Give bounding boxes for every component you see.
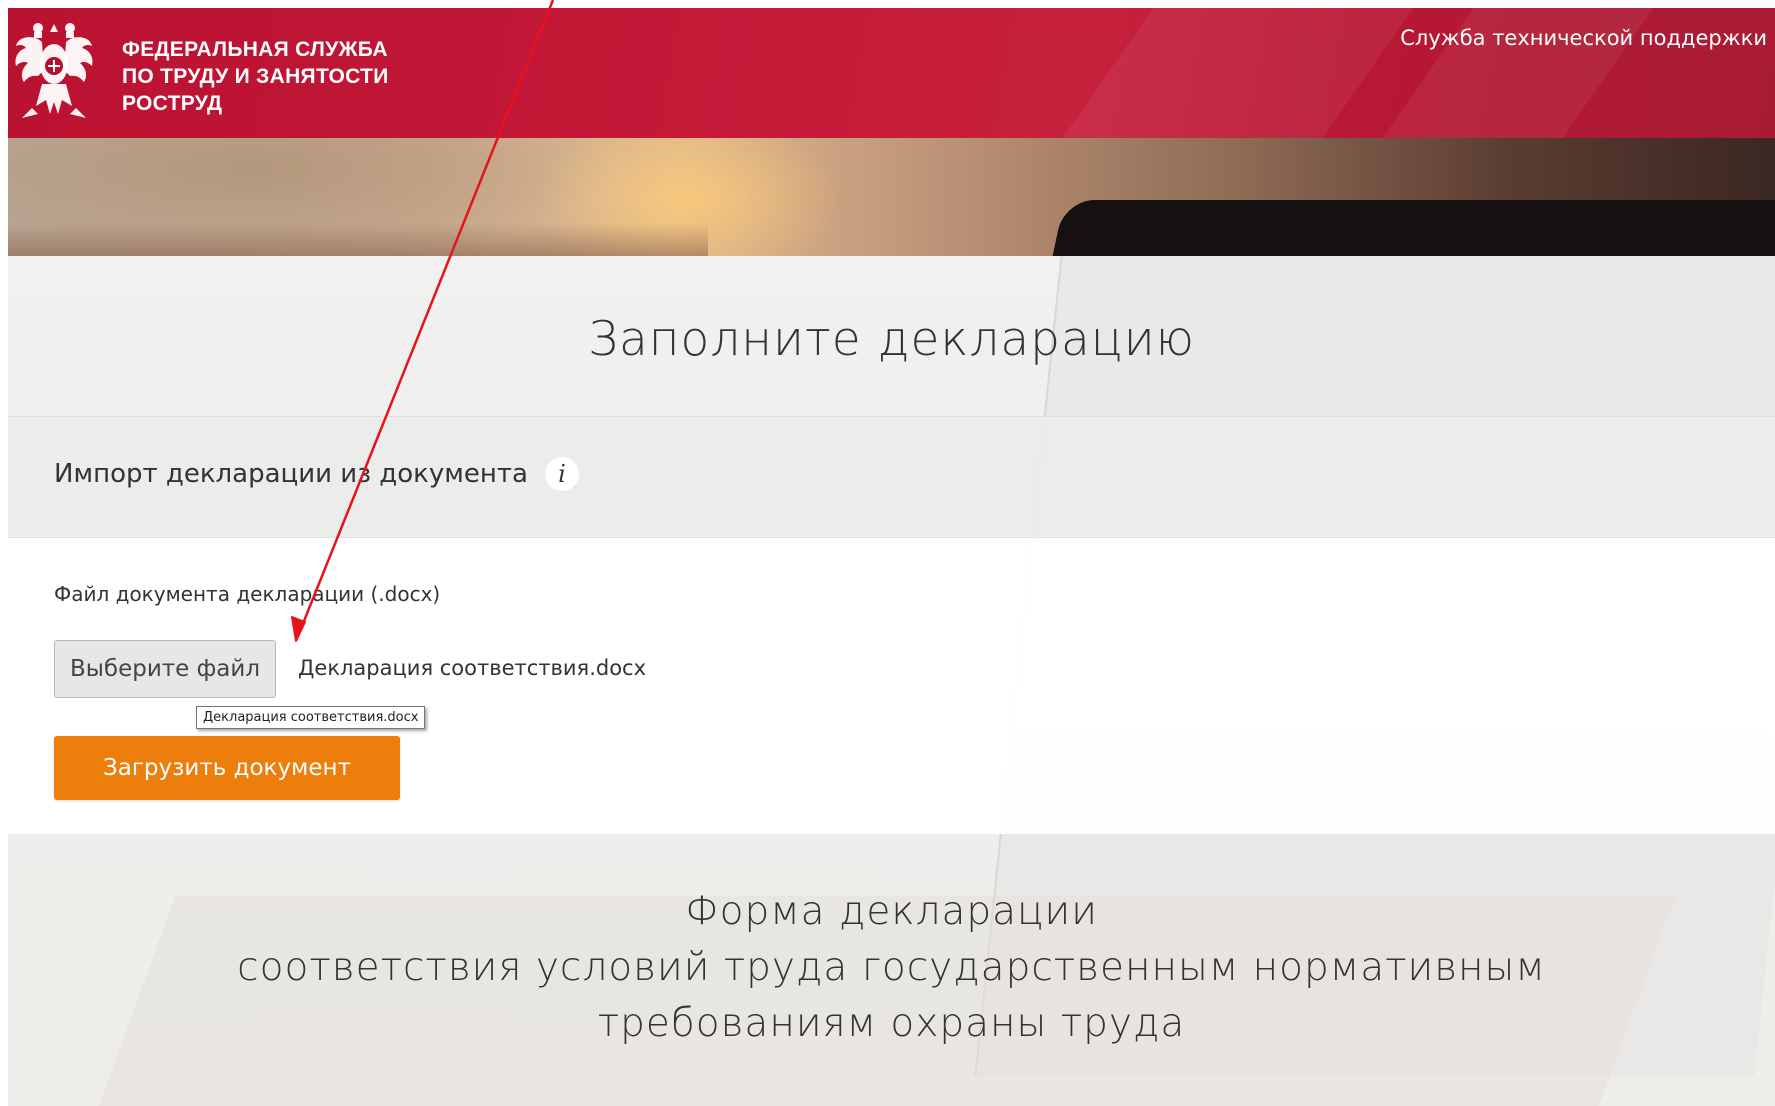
form-title-line: требованиям охраны труда (597, 1001, 1186, 1046)
form-title-line: Форма декларации (685, 889, 1098, 934)
import-panel-header: Импорт декларации из документа i (8, 416, 1775, 538)
org-name-line: ПО ТРУДУ И ЗАНЯТОСТИ (122, 65, 389, 88)
screenshot-left-border (0, 0, 8, 1106)
choose-file-button[interactable]: Выберите файл (54, 640, 276, 698)
import-panel-body: Файл документа декларации (.docx) Выбери… (8, 538, 1775, 834)
page-title: Заполните декларацию (588, 312, 1195, 367)
form-title-line: соответствия условий труда государственн… (237, 945, 1546, 990)
org-name: ФЕДЕРАЛЬНАЯ СЛУЖБА ПО ТРУДУ И ЗАНЯТОСТИ … (122, 36, 389, 117)
site-header: ФЕДЕРАЛЬНАЯ СЛУЖБА ПО ТРУДУ И ЗАНЯТОСТИ … (8, 8, 1775, 138)
file-input-label: Файл документа декларации (.docx) (54, 582, 441, 606)
org-name-line: ФЕДЕРАЛЬНАЯ СЛУЖБА (122, 38, 388, 61)
emblem-icon (15, 23, 93, 118)
screenshot-top-border (0, 0, 1775, 8)
import-panel-title: Импорт декларации из документа (54, 459, 528, 489)
header-decor-stripe (1062, 8, 1414, 138)
hero-decor (8, 223, 708, 256)
hero-image (8, 138, 1775, 256)
file-name-tooltip: Декларация соответствия.docx (196, 706, 426, 729)
upload-document-button[interactable]: Загрузить документ (54, 736, 400, 800)
selected-file-name: Декларация соответствия.docx (298, 656, 647, 680)
org-name-line: РОСТРУД (122, 92, 223, 115)
support-link[interactable]: Служба технической поддержки (1400, 26, 1767, 50)
main-content: Заполните декларацию Импорт декларации и… (8, 256, 1775, 1106)
form-title: Форма декларации соответствия условий тр… (8, 884, 1775, 1052)
hero-laptop-decor (1047, 200, 1775, 256)
page: ФЕДЕРАЛЬНАЯ СЛУЖБА ПО ТРУДУ И ЗАНЯТОСТИ … (0, 0, 1775, 1106)
info-icon[interactable]: i (545, 457, 579, 491)
